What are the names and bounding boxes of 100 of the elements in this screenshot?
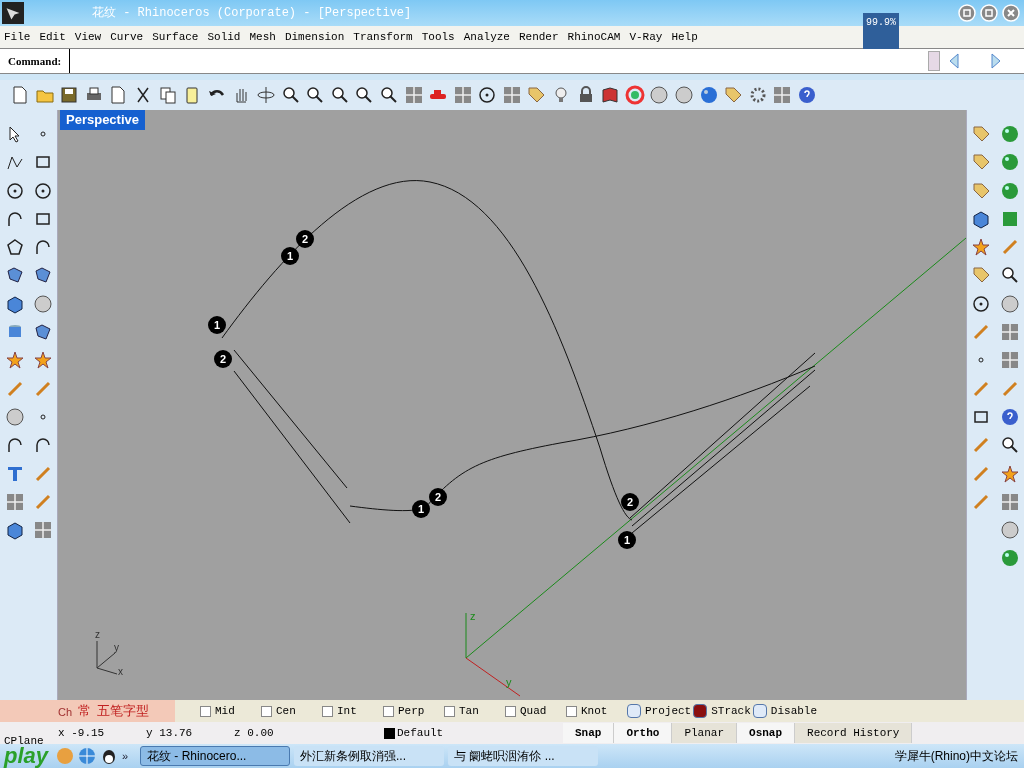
magnifier-icon[interactable] (280, 85, 301, 105)
viewport-title[interactable]: Perspective (60, 110, 145, 130)
line[interactable] (629, 352, 816, 519)
menu-item[interactable]: Analyze (463, 28, 510, 46)
surface-icon[interactable] (33, 322, 53, 343)
greysphere-icon[interactable] (33, 293, 53, 314)
restore-button[interactable] (980, 4, 998, 22)
status-toggle[interactable]: Osnap (737, 723, 796, 743)
osnap-label[interactable]: Knot (581, 702, 608, 720)
surface-icon[interactable] (33, 265, 53, 286)
ime-mode[interactable]: Ch (58, 703, 73, 720)
circle-icon[interactable] (477, 85, 498, 105)
sphere-icon[interactable] (698, 85, 719, 105)
osnap-label[interactable]: Tan (459, 702, 479, 720)
star-icon[interactable] (33, 350, 53, 371)
greysphere-icon[interactable] (674, 85, 695, 105)
page-icon[interactable] (10, 85, 30, 105)
menu-item[interactable]: File (4, 28, 31, 46)
taskbar-button[interactable]: 花纹 - Rhinocero... (140, 746, 291, 766)
menu-item[interactable]: Curve (110, 28, 144, 46)
grid-icon[interactable] (999, 350, 1020, 371)
greysphere-icon[interactable] (999, 520, 1020, 541)
taskbar-button[interactable]: 外汇新条例取消强... (294, 746, 445, 766)
menu-item[interactable]: Solid (207, 28, 241, 46)
osnap-checkbox[interactable] (261, 705, 272, 717)
star-icon[interactable] (971, 237, 992, 258)
more-chevron[interactable]: » (122, 747, 137, 765)
osnap-checkbox[interactable] (505, 705, 516, 717)
osnap-label[interactable]: Mid (215, 702, 235, 720)
greysphere-icon[interactable] (999, 293, 1020, 314)
grid-icon[interactable] (999, 322, 1020, 343)
colorwheel-icon[interactable] (624, 85, 645, 105)
magnifier-icon[interactable] (378, 85, 399, 105)
osnap-checkbox[interactable] (200, 705, 211, 717)
osnap-checkbox[interactable] (444, 705, 455, 717)
osnap-label[interactable]: Disable (770, 702, 818, 720)
osnap-checkbox[interactable] (383, 705, 394, 717)
cube-icon[interactable] (4, 520, 25, 541)
osnap-label[interactable]: Quad (520, 702, 547, 720)
ime-name[interactable]: 五笔字型 (97, 700, 150, 720)
menu-item[interactable]: Tools (421, 28, 455, 46)
layer-name[interactable]: Default (397, 724, 563, 742)
greensphere-icon[interactable] (999, 180, 1020, 201)
grid-icon[interactable] (772, 85, 793, 105)
menu-item[interactable]: Transform (353, 28, 413, 46)
menu-item[interactable]: Mesh (249, 28, 276, 46)
tag-icon[interactable] (526, 85, 547, 105)
grid-icon[interactable] (4, 491, 25, 512)
osnap-label[interactable]: Cen (276, 702, 296, 720)
line[interactable] (631, 369, 816, 527)
status-toggle[interactable]: Planar (672, 723, 738, 743)
osnap-label[interactable]: STrack (711, 702, 751, 720)
greensphere-icon[interactable] (999, 124, 1020, 144)
tag-icon[interactable] (723, 85, 744, 105)
menu-item[interactable]: V-Ray (629, 28, 663, 46)
osnap-toggle[interactable] (693, 704, 708, 718)
status-toggle[interactable]: Record History (795, 723, 913, 743)
osnap-label[interactable]: Perp (398, 702, 425, 720)
help-icon[interactable] (797, 85, 817, 105)
osnap-label[interactable]: Int (337, 702, 357, 720)
polygon-icon[interactable] (4, 237, 25, 258)
surface-icon[interactable] (4, 265, 25, 286)
perspective-viewport[interactable]: Perspective 1 2 1 2 1 2 2 1 z y z y x (58, 110, 966, 700)
star-icon[interactable] (999, 463, 1020, 484)
circle-icon[interactable] (33, 180, 53, 201)
orbit-icon[interactable] (255, 85, 276, 105)
status-toggle[interactable]: Snap (563, 723, 615, 743)
line[interactable] (631, 385, 811, 534)
grid-icon[interactable] (33, 520, 53, 541)
curve[interactable] (349, 365, 816, 512)
line[interactable] (233, 349, 348, 489)
menu-item[interactable]: Dimension (284, 28, 345, 46)
greysphere-icon[interactable] (649, 85, 670, 105)
star-icon[interactable] (4, 350, 25, 371)
tag-icon[interactable] (971, 124, 992, 144)
circle-icon[interactable] (971, 293, 992, 314)
menu-item[interactable]: View (74, 28, 102, 46)
menu-item[interactable]: Edit (39, 28, 66, 46)
help-icon[interactable] (999, 406, 1020, 427)
osnap-toggle[interactable] (752, 704, 767, 718)
osnap-checkbox[interactable] (566, 705, 577, 717)
tag-icon[interactable] (971, 180, 992, 201)
menu-item[interactable]: Help (671, 28, 698, 46)
osnap-label[interactable]: Project (645, 702, 692, 720)
circle-icon[interactable] (4, 180, 25, 201)
status-toggle[interactable]: Ortho (614, 723, 673, 743)
greysphere-icon[interactable] (4, 406, 25, 427)
ime-punct[interactable]: 常 (78, 700, 92, 720)
osnap-checkbox[interactable] (322, 705, 333, 717)
copy-icon[interactable] (157, 85, 178, 105)
menu-item[interactable]: RhinoCAM (567, 28, 621, 46)
menu-item[interactable]: Surface (152, 28, 199, 46)
taskbar-button[interactable]: 与 阛蛯呮洇洧伱 ... (448, 746, 599, 766)
greensphere-icon[interactable] (999, 152, 1020, 173)
close-button[interactable] (1002, 4, 1020, 22)
minimize-button[interactable] (958, 4, 976, 22)
magnifier-icon[interactable] (329, 85, 350, 105)
grid-icon[interactable] (999, 491, 1020, 512)
greensphere-icon[interactable] (999, 548, 1020, 569)
ime-bar[interactable]: Ch 常 五笔字型 (0, 700, 175, 722)
